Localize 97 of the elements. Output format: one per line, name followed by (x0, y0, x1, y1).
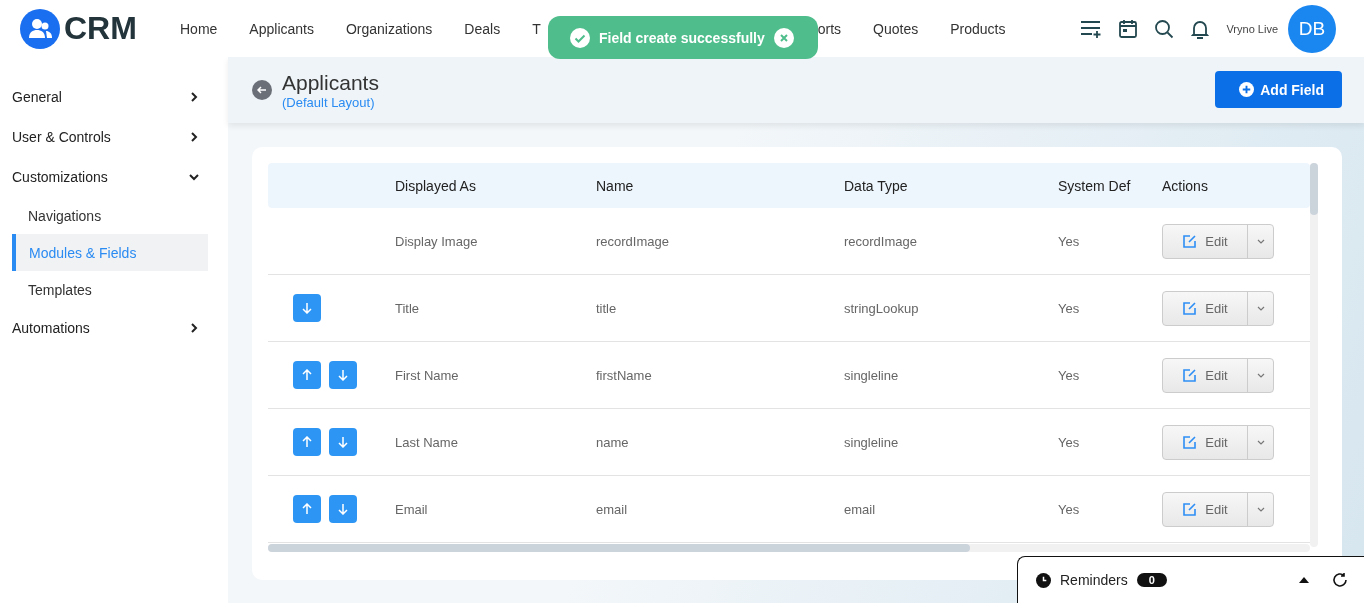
nav-link[interactable]: Products (950, 20, 1006, 37)
table-cell-text: name (596, 434, 630, 450)
chevron-right-icon (188, 131, 200, 143)
arrow-up-icon (301, 436, 313, 448)
toast-message: Field create successfully (599, 29, 765, 46)
edit-icon (1182, 434, 1198, 450)
layout-subtitle: (Default Layout) (282, 94, 376, 110)
edit-button[interactable]: Edit (1162, 223, 1274, 259)
chevron-right-icon (188, 91, 200, 103)
arrow-down-icon (337, 436, 349, 448)
column-header: Data Type (844, 177, 909, 194)
sidebar-group[interactable]: User & Controls (12, 117, 208, 157)
move-up-button[interactable] (293, 361, 321, 389)
caret-down-icon (1256, 371, 1265, 379)
table-cell-text: stringLookup (844, 300, 920, 316)
table-cell-text: title (596, 300, 618, 316)
bell-icon[interactable] (1190, 18, 1211, 39)
back-button[interactable] (252, 80, 272, 100)
sidebar-group[interactable]: Customizations (12, 157, 208, 197)
arrow-down-icon (301, 302, 313, 314)
user-label: Vryno Live (1226, 22, 1278, 35)
plus-circle-icon (1239, 82, 1255, 97)
arrow-up-icon (301, 503, 313, 515)
add-list-icon[interactable] (1080, 19, 1103, 38)
user-avatar[interactable]: DB (1288, 4, 1336, 53)
edit-button[interactable]: Edit (1162, 491, 1274, 527)
chevron-right-icon (188, 322, 200, 334)
nav-link[interactable]: Deals (464, 20, 501, 37)
table-cell-text: Yes (1058, 501, 1081, 517)
nav-link[interactable]: T (532, 20, 541, 37)
sidebar-item[interactable]: Navigations (12, 197, 208, 234)
close-button[interactable] (773, 27, 794, 48)
move-up-button[interactable] (293, 495, 321, 523)
arrow-up-icon (301, 369, 313, 381)
arrow-down-icon (337, 369, 349, 381)
table-cell-text: Yes (1058, 367, 1081, 383)
users-logo-icon (20, 8, 60, 49)
logo-text: CRM (64, 10, 137, 47)
search-icon[interactable] (1154, 18, 1175, 39)
vertical-scrollbar[interactable] (1310, 163, 1318, 547)
table-cell-text: Display Image (395, 233, 479, 249)
nav-link[interactable]: Quotes (873, 20, 919, 37)
move-up-button[interactable] (293, 428, 321, 456)
table-cell-text: Yes (1058, 300, 1081, 316)
table-cell-text: First Name (395, 367, 460, 383)
edit-icon (1182, 300, 1198, 316)
column-header: Name (596, 177, 635, 194)
table-cell-text: recordImage (596, 233, 670, 249)
caret-down-icon (1256, 304, 1265, 312)
move-down-button[interactable] (329, 428, 357, 456)
nav-link[interactable]: Home (180, 20, 218, 37)
nav-link[interactable]: Applicants (249, 20, 314, 37)
check-circle-icon (570, 27, 590, 48)
table-cell-text: email (596, 501, 629, 517)
edit-button[interactable]: Edit (1162, 424, 1274, 460)
reminders-label: Reminders (1060, 572, 1128, 588)
move-down-button[interactable] (293, 294, 321, 322)
arrow-left-icon (257, 85, 267, 95)
table-cell-text: firstName (596, 367, 653, 383)
table-cell-text: Title (395, 300, 421, 316)
column-header: System Def (1058, 177, 1132, 194)
move-down-button[interactable] (329, 495, 357, 523)
nav-link[interactable]: Organizations (345, 20, 433, 37)
chevron-down-icon (188, 171, 200, 183)
table-cell-text: Email (395, 501, 429, 517)
nav-link[interactable]: orts (817, 20, 842, 37)
close-icon (778, 32, 789, 43)
calendar-icon[interactable] (1118, 18, 1139, 39)
clock-icon (1036, 572, 1051, 588)
table-cell-text: recordImage (844, 233, 918, 249)
move-down-button[interactable] (329, 361, 357, 389)
sidebar-group[interactable]: General (12, 77, 208, 117)
sidebar-group[interactable]: Automations (12, 308, 208, 348)
sidebar-item[interactable]: Templates (12, 271, 208, 308)
table-cell-text: Last Name (395, 434, 459, 450)
caret-down-icon (1256, 237, 1265, 245)
caret-down-icon (1256, 505, 1265, 513)
table-cell-text: singleline (844, 367, 900, 383)
table-cell-text: Yes (1058, 434, 1081, 450)
edit-button[interactable]: Edit (1162, 290, 1274, 326)
add-field-button[interactable]: Add Field (1215, 71, 1342, 108)
reminder-count: 0 (1136, 573, 1167, 587)
table-cell-text: singleline (844, 434, 900, 450)
table-cell-text: email (844, 501, 877, 517)
table-cell-text: Yes (1058, 233, 1081, 249)
caret-up-icon[interactable] (1299, 577, 1309, 583)
column-header: Actions (1162, 177, 1209, 194)
page-title: Applicants (282, 70, 380, 95)
horizontal-scrollbar[interactable] (268, 544, 1310, 552)
edit-icon (1182, 233, 1198, 249)
edit-icon (1182, 367, 1198, 383)
arrow-down-icon (337, 503, 349, 515)
edit-icon (1182, 501, 1198, 517)
column-header: Displayed As (395, 177, 477, 194)
edit-button[interactable]: Edit (1162, 357, 1274, 393)
caret-down-icon (1256, 438, 1265, 446)
refresh-icon[interactable] (1332, 572, 1348, 588)
